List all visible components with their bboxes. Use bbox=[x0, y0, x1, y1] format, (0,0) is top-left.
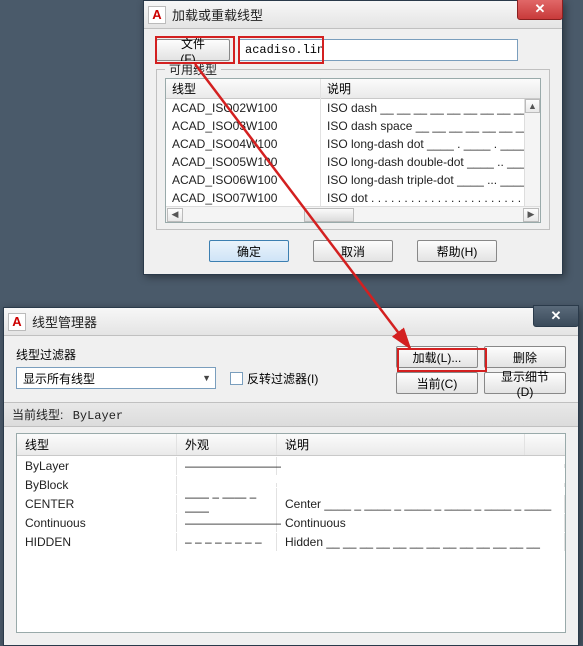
filter-value: 显示所有线型 bbox=[23, 370, 95, 387]
chevron-down-icon: ▼ bbox=[202, 373, 211, 383]
list-item[interactable]: ACAD_ISO03W100ISO dash space __ __ __ __… bbox=[166, 117, 540, 135]
dialog-title: 线型管理器 bbox=[32, 312, 97, 331]
detail-button[interactable]: 显示细节(D) bbox=[484, 372, 566, 394]
delete-button[interactable]: 删除 bbox=[484, 346, 566, 368]
linetype-list[interactable]: 线型 说明 ACAD_ISO02W100ISO dash __ __ __ __… bbox=[165, 78, 541, 223]
list-item[interactable]: ACAD_ISO02W100ISO dash __ __ __ __ __ __… bbox=[166, 99, 540, 117]
col-header-name[interactable]: 线型 bbox=[17, 434, 177, 455]
app-icon: A bbox=[8, 313, 26, 331]
scroll-left-icon[interactable]: ◀ bbox=[167, 208, 183, 222]
linetype-table[interactable]: 线型 外观 说明 ByLayer———————— ByBlock CENTER—… bbox=[16, 433, 566, 633]
file-input[interactable] bbox=[238, 39, 518, 61]
dialog-title: 加载或重载线型 bbox=[172, 5, 263, 24]
list-item[interactable]: ACAD_ISO04W100ISO long-dash dot ____ . _… bbox=[166, 135, 540, 153]
load-button[interactable]: 加载(L)... bbox=[396, 346, 478, 368]
table-row[interactable]: ByBlock bbox=[17, 475, 565, 494]
table-row[interactable]: ByLayer———————— bbox=[17, 456, 565, 475]
close-icon: ✕ bbox=[535, 1, 546, 17]
current-line-value: ByLayer bbox=[73, 409, 123, 423]
col-header-appearance[interactable]: 外观 bbox=[177, 434, 277, 455]
checkbox-icon bbox=[230, 372, 243, 385]
list-item[interactable]: ACAD_ISO07W100ISO dot . . . . . . . . . … bbox=[166, 189, 540, 207]
filter-label: 线型过滤器 bbox=[16, 346, 318, 363]
table-row[interactable]: HIDDEN– – – – – – – –Hidden __ __ __ __ … bbox=[17, 532, 565, 551]
filter-combo[interactable]: 显示所有线型 ▼ bbox=[16, 367, 216, 389]
current-button[interactable]: 当前(C) bbox=[396, 372, 478, 394]
scroll-thumb[interactable] bbox=[304, 208, 354, 222]
table-row[interactable]: Continuous————————Continuous bbox=[17, 513, 565, 532]
horizontal-scrollbar[interactable]: ◀ ▶ bbox=[166, 206, 540, 222]
file-button[interactable]: 文件(F)... bbox=[156, 39, 230, 61]
close-icon: ✕ bbox=[551, 308, 562, 324]
close-button[interactable]: ✕ bbox=[517, 0, 563, 20]
col-header-desc[interactable]: 说明 bbox=[277, 434, 525, 455]
invert-filter-label: 反转过滤器(I) bbox=[247, 370, 318, 387]
vertical-scrollbar[interactable]: ▲ bbox=[524, 99, 540, 206]
list-item[interactable]: ACAD_ISO06W100ISO long-dash triple-dot _… bbox=[166, 171, 540, 189]
group-label: 可用线型 bbox=[165, 61, 221, 78]
close-button[interactable]: ✕ bbox=[533, 305, 579, 327]
scroll-right-icon[interactable]: ▶ bbox=[523, 208, 539, 222]
col-header-desc[interactable]: 说明 bbox=[321, 78, 540, 99]
col-header-name[interactable]: 线型 bbox=[166, 78, 321, 99]
app-icon: A bbox=[148, 6, 166, 24]
help-button[interactable]: 帮助(H) bbox=[417, 240, 497, 262]
ok-button[interactable]: 确定 bbox=[209, 240, 289, 262]
cancel-button[interactable]: 取消 bbox=[313, 240, 393, 262]
list-item[interactable]: ACAD_ISO05W100ISO long-dash double-dot _… bbox=[166, 153, 540, 171]
scroll-up-icon[interactable]: ▲ bbox=[525, 99, 540, 113]
invert-filter-checkbox[interactable]: 反转过滤器(I) bbox=[230, 370, 318, 387]
table-row[interactable]: CENTER—— – —— – ——Center ____ _ ____ _ _… bbox=[17, 494, 565, 513]
current-line-label: 当前线型: bbox=[12, 408, 63, 422]
